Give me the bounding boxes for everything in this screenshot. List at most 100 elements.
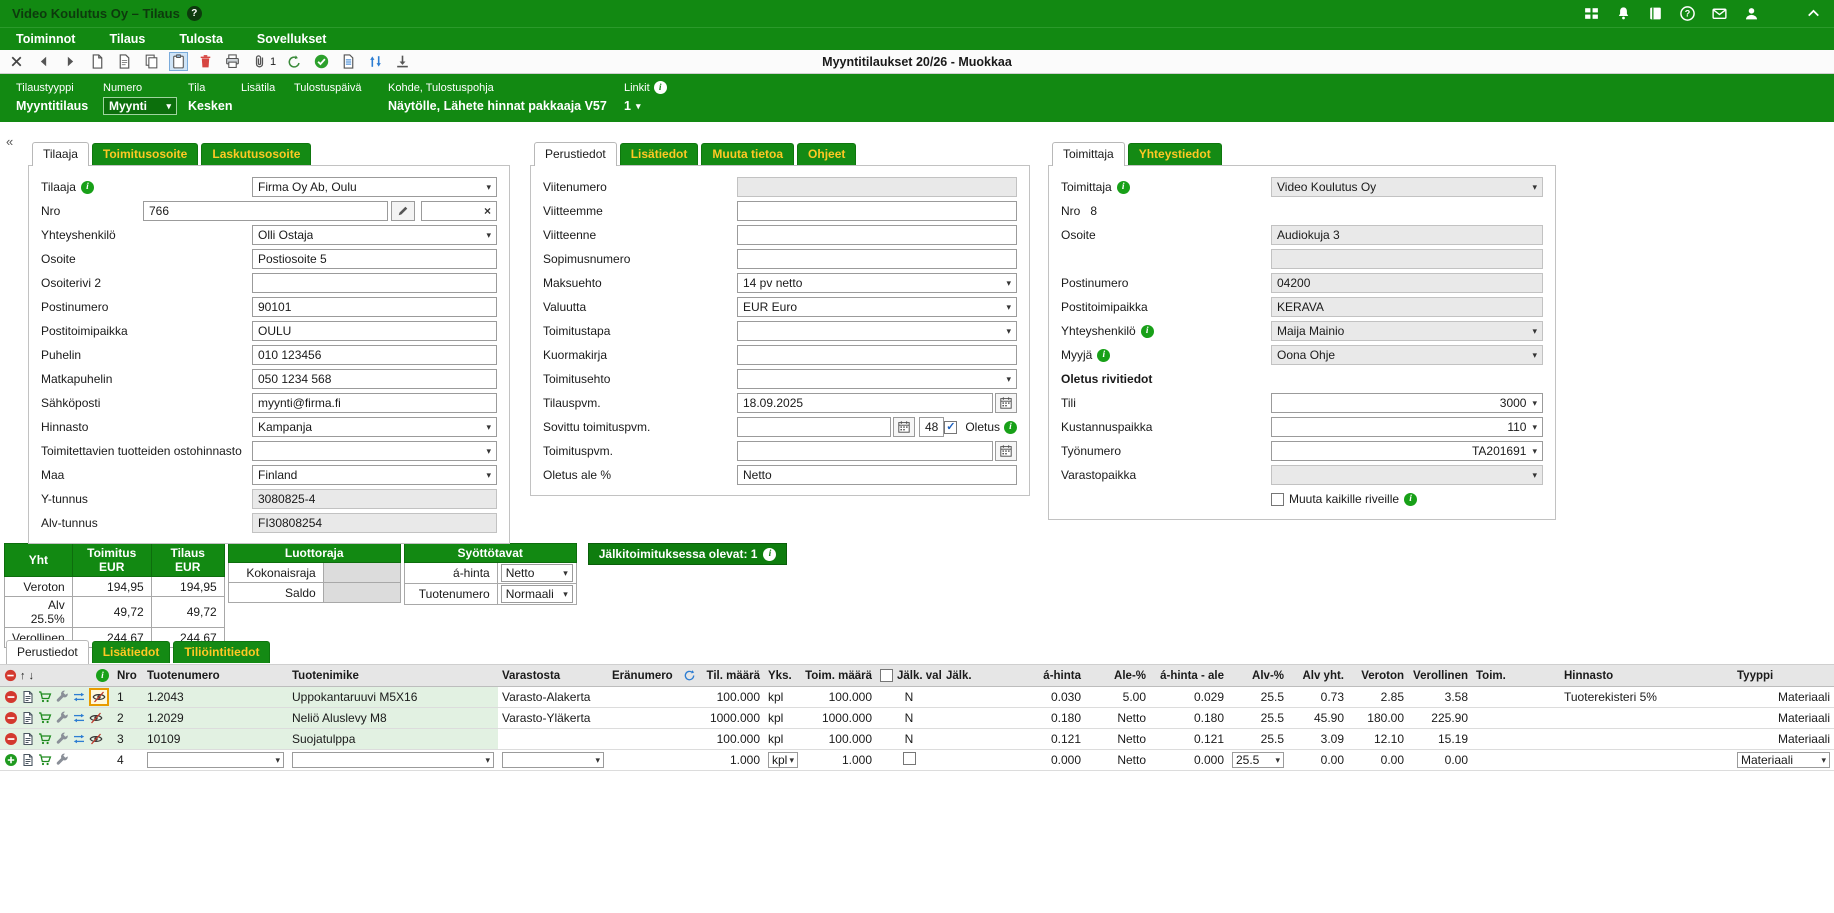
document-icon[interactable] — [21, 753, 35, 767]
jalk_val-checkbox[interactable] — [903, 752, 916, 765]
menu-sovellukset[interactable]: Sovellukset — [257, 32, 326, 46]
remove-icon[interactable] — [4, 732, 18, 746]
calendar-icon[interactable] — [893, 417, 915, 437]
column-header-hinta[interactable]: á-hinta — [985, 665, 1085, 687]
download-icon[interactable] — [394, 53, 411, 70]
osoiterivi2-input[interactable] — [252, 273, 497, 293]
alv-select[interactable]: 25.5▾ — [1232, 752, 1284, 768]
muuta_kaikille-checkbox[interactable] — [1271, 493, 1284, 506]
tab-laskutusosoite[interactable]: Laskutusosoite — [201, 143, 311, 165]
postitoimipaikka-input[interactable]: OULU — [252, 321, 497, 341]
pencil-icon[interactable] — [391, 201, 415, 221]
ostohinnasto-select[interactable]: ▾ — [252, 441, 497, 461]
toimituspvm-input[interactable] — [737, 441, 993, 461]
help-circle-icon[interactable]: ? — [1679, 5, 1696, 22]
transfer-icon[interactable] — [72, 690, 86, 704]
transfer-icon[interactable] — [72, 711, 86, 725]
cart-icon[interactable] — [38, 690, 52, 704]
document-icon[interactable] — [21, 732, 35, 746]
maksuehto-select[interactable]: 14 pv netto▾ — [737, 273, 1017, 293]
remove-icon[interactable] — [4, 711, 18, 725]
hide-icon[interactable] — [92, 690, 106, 704]
tab-lis-tiedot[interactable]: Lisätiedot — [620, 143, 699, 165]
mail-icon[interactable] — [1711, 5, 1728, 22]
column-header-er-numero[interactable]: Eränumero — [608, 665, 700, 687]
menu-toiminnot[interactable]: Toiminnot — [16, 32, 75, 46]
column-header-toim-m-r[interactable]: Toim. määrä — [802, 665, 876, 687]
grid-tab-tili-intitiedot[interactable]: Tiliöintitiedot — [173, 641, 270, 663]
column-header-verollinen[interactable]: Verollinen — [1408, 665, 1472, 687]
column-header-hinnasto[interactable]: Hinnasto — [1560, 665, 1733, 687]
tab-muuta-tietoa[interactable]: Muuta tietoa — [701, 143, 794, 165]
toimitusehto-select[interactable]: ▾ — [737, 369, 1017, 389]
sovittu_toimituspvm-week-input[interactable]: 48 — [919, 417, 944, 437]
document-text-icon[interactable] — [340, 53, 357, 70]
prev-icon[interactable] — [35, 53, 52, 70]
paste-icon[interactable] — [170, 53, 187, 70]
next-icon[interactable] — [62, 53, 79, 70]
sort-down-icon[interactable]: ↓ — [29, 670, 35, 682]
varastosta-select[interactable]: ▾ — [502, 752, 604, 768]
tab-yhteystiedot[interactable]: Yhteystiedot — [1128, 143, 1222, 165]
column-header-j-lk-val[interactable]: Jälk. val. — [876, 665, 942, 687]
new-document-icon[interactable] — [89, 53, 106, 70]
add-icon[interactable] — [4, 753, 18, 767]
column-header-yks[interactable]: Yks. — [764, 665, 802, 687]
tili-select[interactable]: 3000▾ — [1271, 393, 1543, 413]
remove-icon[interactable] — [4, 669, 17, 682]
tuotenimike-select[interactable]: ▾ — [292, 752, 494, 768]
user-icon[interactable] — [1743, 5, 1760, 22]
wrench-icon[interactable] — [55, 753, 69, 767]
cart-icon[interactable] — [38, 711, 52, 725]
book-icon[interactable] — [1647, 5, 1664, 22]
hide-icon[interactable] — [89, 711, 103, 725]
remove-icon[interactable] — [4, 690, 18, 704]
tab-ohjeet[interactable]: Ohjeet — [797, 143, 856, 165]
yhteyshenkilo-select[interactable]: Olli Ostaja▾ — [252, 225, 497, 245]
oletus-checkbox[interactable] — [944, 421, 957, 434]
tyyppi-select[interactable]: Materiaali▾ — [1737, 752, 1830, 768]
column-header-toim[interactable]: Toim. — [1472, 665, 1560, 687]
tab-toimittaja[interactable]: Toimittaja — [1052, 142, 1125, 166]
column-header-tuotenumero[interactable]: Tuotenumero — [143, 665, 288, 687]
bell-icon[interactable] — [1615, 5, 1632, 22]
document-icon[interactable] — [21, 690, 35, 704]
toimitustapa-select[interactable]: ▾ — [737, 321, 1017, 341]
chevron-up-icon[interactable] — [1805, 5, 1822, 22]
help-icon[interactable]: ? — [187, 6, 202, 21]
transfer-icon[interactable] — [72, 732, 86, 746]
customer-search-input[interactable]: × — [421, 201, 497, 221]
kuormakirja-input[interactable] — [737, 345, 1017, 365]
kustannuspaikka-select[interactable]: 110▾ — [1271, 417, 1543, 437]
sahkoposti-input[interactable]: myynti@firma.fi — [252, 393, 497, 413]
apps-icon[interactable] — [1583, 5, 1600, 22]
nro-input[interactable]: 766 — [143, 201, 388, 221]
wrench-icon[interactable] — [55, 732, 69, 746]
column-header-alv-yht[interactable]: Alv yht. — [1288, 665, 1348, 687]
hinta-select[interactable]: Netto▾ — [501, 564, 573, 582]
cart-icon[interactable] — [38, 732, 52, 746]
calendar-icon[interactable] — [995, 393, 1017, 413]
column-header-j-lk[interactable]: Jälk. — [942, 665, 985, 687]
calendar-icon[interactable] — [995, 441, 1017, 461]
toimittaja-select[interactable]: Video Koulutus Oy▾ — [1271, 177, 1543, 197]
wrench-icon[interactable] — [55, 690, 69, 704]
viitteenne-input[interactable] — [737, 225, 1017, 245]
postinumero-input[interactable]: 90101 — [252, 297, 497, 317]
column-header-hinta-ale[interactable]: á-hinta - ale — [1150, 665, 1228, 687]
refresh-icon[interactable] — [683, 669, 696, 682]
order-linkit-value[interactable]: 1▾ — [624, 97, 667, 115]
close-icon[interactable] — [8, 53, 25, 70]
document-icon[interactable] — [21, 711, 35, 725]
column-header-varastosta[interactable]: Varastosta — [498, 665, 608, 687]
wrench-icon[interactable] — [55, 711, 69, 725]
order-numero-select[interactable]: Myynti▾ — [103, 97, 177, 115]
tab-tilaaja[interactable]: Tilaaja — [32, 142, 89, 166]
oletus_ale-input[interactable]: Netto — [737, 465, 1017, 485]
menu-tilaus[interactable]: Tilaus — [109, 32, 145, 46]
approve-icon[interactable] — [313, 53, 330, 70]
yhteyshenkilo-select[interactable]: Maija Mainio▾ — [1271, 321, 1543, 341]
yks-select[interactable]: kpl▾ — [768, 752, 798, 768]
varastopaikka-select[interactable]: ▾ — [1271, 465, 1543, 485]
matkapuhelin-input[interactable]: 050 1234 568 — [252, 369, 497, 389]
